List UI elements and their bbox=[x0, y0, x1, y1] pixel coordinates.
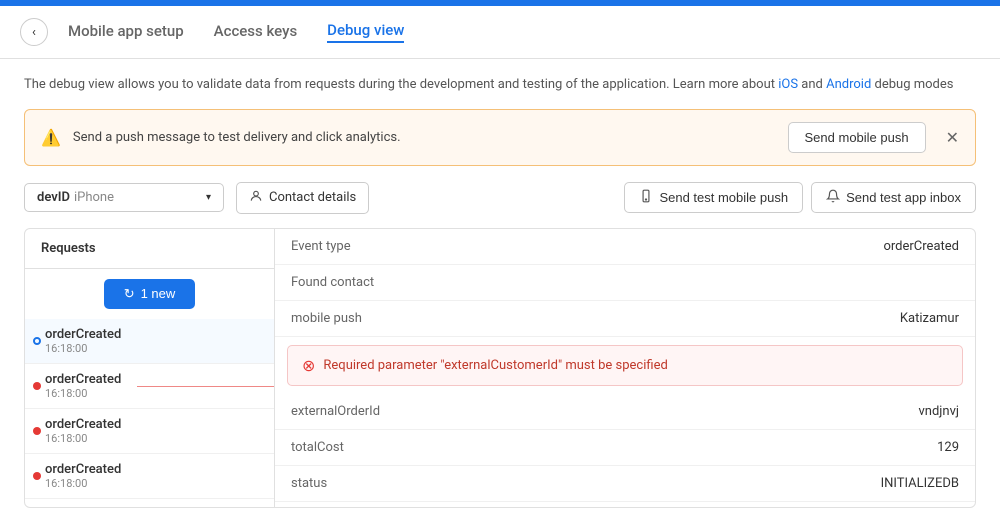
error-icon: ⊗ bbox=[302, 356, 315, 375]
device-dropdown[interactable]: devID iPhone ▾ bbox=[24, 183, 224, 212]
field-value: orderCreated bbox=[883, 239, 959, 254]
action-buttons: Send test mobile push Send test app inbo… bbox=[624, 182, 976, 213]
detail-row: Found contact bbox=[275, 265, 975, 301]
field-label: Event type bbox=[291, 239, 351, 254]
send-test-mobile-push-button[interactable]: Send test mobile push bbox=[624, 182, 803, 213]
content-area: The debug view allows you to validate da… bbox=[0, 59, 1000, 524]
tab-debug-view[interactable]: Debug view bbox=[327, 21, 404, 43]
tab-mobile-app-setup[interactable]: Mobile app setup bbox=[68, 22, 184, 42]
details-panel: Event type orderCreated Found contact mo… bbox=[275, 229, 975, 507]
tab-access-keys[interactable]: Access keys bbox=[214, 22, 298, 42]
request-item-time: 16:18:00 bbox=[45, 387, 258, 400]
back-icon: ‹ bbox=[32, 25, 36, 40]
request-item-name: orderCreated bbox=[45, 372, 258, 387]
detail-row: mobile push Katizamur bbox=[275, 301, 975, 337]
send-test-app-inbox-button[interactable]: Send test app inbox bbox=[811, 182, 976, 213]
dropdown-label: devID iPhone bbox=[37, 190, 114, 205]
field-value: 129 bbox=[937, 440, 959, 455]
back-button[interactable]: ‹ bbox=[20, 18, 48, 46]
request-item-name: orderCreated bbox=[45, 462, 258, 477]
list-item[interactable]: orderCreated 16:18:00 bbox=[25, 364, 274, 409]
header: ‹ Mobile app setup Access keys Debug vie… bbox=[0, 6, 1000, 59]
contact-details-label: Contact details bbox=[269, 190, 356, 205]
requests-header: Requests bbox=[25, 229, 274, 269]
new-btn-container: ↻ 1 new bbox=[25, 269, 274, 319]
send-test-app-inbox-label: Send test app inbox bbox=[846, 190, 961, 205]
field-label: externalOrderId bbox=[291, 404, 380, 419]
send-test-mobile-push-label: Send test mobile push bbox=[659, 190, 788, 205]
list-item[interactable]: orderCreated 16:18:00 bbox=[25, 409, 274, 454]
requests-panel: Requests ↻ 1 new orderCreated 16:18:00 o… bbox=[25, 229, 275, 507]
request-item-time: 16:18:00 bbox=[45, 477, 258, 490]
request-item-name: orderCreated bbox=[45, 327, 258, 342]
field-label: Found contact bbox=[291, 275, 374, 290]
error-banner: ⊗ Required parameter "externalCustomerId… bbox=[287, 345, 963, 386]
field-value: vndjnvj bbox=[918, 404, 959, 419]
contact-icon bbox=[249, 189, 263, 207]
tabs: Mobile app setup Access keys Debug view bbox=[68, 21, 404, 43]
description-text: The debug view allows you to validate da… bbox=[24, 75, 976, 95]
toolbar: devID iPhone ▾ Contact details Sen bbox=[24, 182, 976, 214]
field-value: Katizamur bbox=[900, 311, 959, 326]
field-label: mobile push bbox=[291, 311, 362, 326]
app-inbox-icon bbox=[826, 189, 840, 206]
new-btn-label: 1 new bbox=[141, 286, 176, 301]
device-type-label: iPhone bbox=[74, 190, 114, 205]
list-item[interactable]: orderCreated 16:18:00 bbox=[25, 454, 274, 499]
list-item[interactable]: orderCreated 16:18:00 bbox=[25, 319, 274, 364]
request-item-name: orderCreated bbox=[45, 417, 258, 432]
requests-list: ↻ 1 new orderCreated 16:18:00 orderCreat… bbox=[25, 269, 274, 503]
push-banner: ⚠️ Send a push message to test delivery … bbox=[24, 109, 976, 166]
request-item-time: 16:18:00 bbox=[45, 342, 258, 355]
detail-row: status INITIALIZEDB bbox=[275, 466, 975, 502]
android-link[interactable]: Android bbox=[826, 77, 871, 92]
field-value: INITIALIZEDB bbox=[881, 476, 959, 491]
ios-link[interactable]: iOS bbox=[778, 77, 798, 92]
send-mobile-push-banner-button[interactable]: Send mobile push bbox=[788, 122, 926, 153]
request-item-time: 16:18:00 bbox=[45, 432, 258, 445]
detail-row: externalOrderId vndjnvj bbox=[275, 394, 975, 430]
error-message: Required parameter "externalCustomerId" … bbox=[323, 358, 667, 373]
detail-row: Event type orderCreated bbox=[275, 229, 975, 265]
dropdown-chevron-icon: ▾ bbox=[206, 192, 211, 203]
field-label: totalCost bbox=[291, 440, 344, 455]
field-label: status bbox=[291, 476, 327, 491]
dev-id-label: devID bbox=[37, 190, 70, 205]
description-and: and bbox=[801, 77, 826, 92]
description-suffix: debug modes bbox=[875, 77, 954, 92]
banner-text: Send a push message to test delivery and… bbox=[73, 130, 776, 145]
mobile-push-icon bbox=[639, 189, 653, 206]
main-area: Requests ↻ 1 new orderCreated 16:18:00 o… bbox=[24, 228, 976, 508]
banner-close-icon[interactable]: ✕ bbox=[946, 128, 959, 147]
contact-details-button[interactable]: Contact details bbox=[236, 182, 369, 214]
detail-row: totalCost 129 bbox=[275, 430, 975, 466]
description-main: The debug view allows you to validate da… bbox=[24, 77, 778, 92]
refresh-icon: ↻ bbox=[124, 286, 135, 302]
warning-icon: ⚠️ bbox=[41, 128, 61, 147]
new-requests-button[interactable]: ↻ 1 new bbox=[104, 279, 196, 309]
